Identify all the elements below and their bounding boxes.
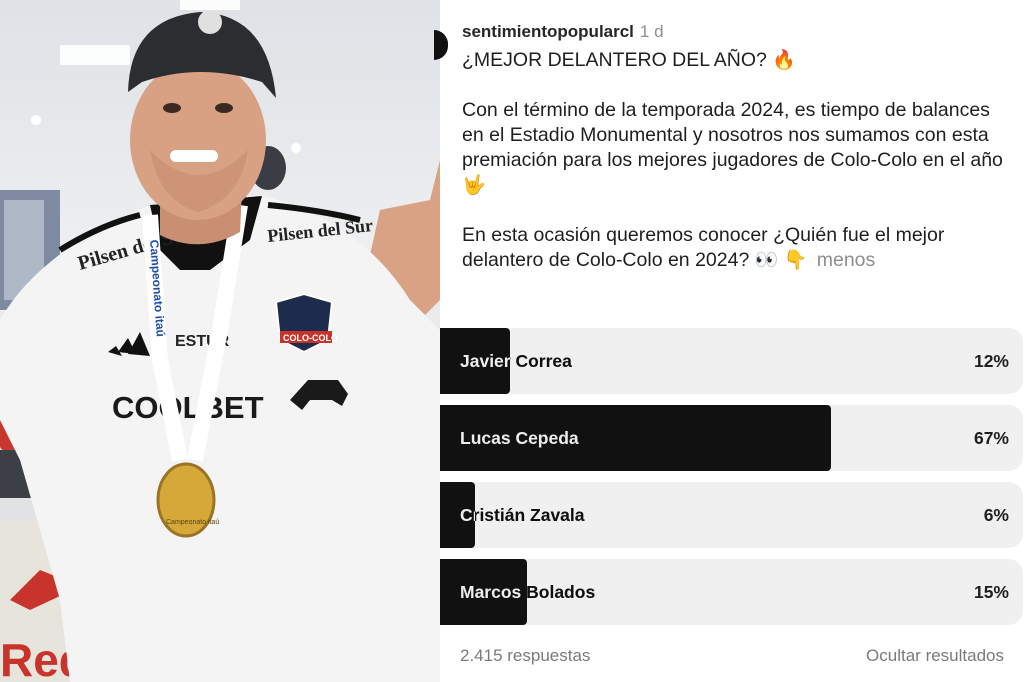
poll-option-percent: 67%	[973, 428, 1009, 448]
username-link[interactable]: sentimientopopularcl	[462, 22, 634, 41]
poll-option-marcos-bolados[interactable]: Marcos Bolados 15%	[440, 559, 1023, 625]
avatar[interactable]	[434, 30, 448, 60]
less-link[interactable]: menos	[817, 249, 876, 271]
poll-option-cristian-zavala[interactable]: Cristián Zavala 6%	[440, 482, 1023, 548]
medal-text: Campeonato itaú	[166, 519, 219, 526]
caption-title: ¿MEJOR DELANTERO DEL AÑO? 🔥	[462, 48, 1010, 73]
caption-paragraph-2: En esta ocasión queremos conocer ¿Quién …	[462, 223, 1010, 273]
poll-option-javier-correa[interactable]: Javier Correa 12%	[440, 328, 1023, 394]
poll-option-name: Javier Correa	[460, 351, 572, 371]
caption-paragraph-1: Con el término de la temporada 2024, es …	[462, 98, 1010, 198]
club-crest-icon	[274, 292, 334, 354]
poll-option-name: Cristián Zavala	[460, 505, 585, 525]
caption-title-text: ¿MEJOR DELANTERO DEL AÑO?	[462, 49, 767, 71]
instagram-post: sentimientopopularcl 1 d ¿MEJOR DELANTERO…	[434, 0, 1024, 682]
poll-option-percent: 15%	[973, 582, 1009, 602]
hide-results-button[interactable]: Ocultar resultados	[866, 646, 1004, 666]
poll-option-name: Lucas Cepeda	[460, 428, 579, 448]
poll-option-lucas-cepeda[interactable]: Lucas Cepeda 67%	[440, 405, 1023, 471]
post-caption: ¿MEJOR DELANTERO DEL AÑO? 🔥 Con el térmi…	[462, 48, 1010, 273]
fire-emoji-icon: 🔥	[772, 50, 796, 71]
caption-paragraph-1-text: Con el término de la temporada 2024, es …	[462, 99, 1003, 171]
crest-label: COLO-COLO	[283, 333, 338, 343]
post-header: sentimientopopularcl 1 d	[462, 22, 664, 42]
poll-option-name: Marcos Bolados	[460, 582, 596, 602]
post-time: 1 d	[639, 22, 664, 41]
shirt-main-sponsor: COOLBET	[112, 390, 264, 425]
post-photo: Red Pilsen del Sur Pilsen del Sur COOLBE…	[0, 0, 440, 682]
eyes-pointing-emoji-icon: 👀 👇	[754, 250, 808, 271]
responses-count: 2.415 respuestas	[460, 646, 591, 665]
rock-hand-emoji-icon: 🤟	[462, 175, 486, 196]
poll-option-percent: 12%	[973, 351, 1009, 371]
poll-option-percent: 6%	[983, 505, 1009, 525]
player-photo-illustration: Red Pilsen del Sur Pilsen del Sur COOLBE…	[0, 0, 440, 682]
